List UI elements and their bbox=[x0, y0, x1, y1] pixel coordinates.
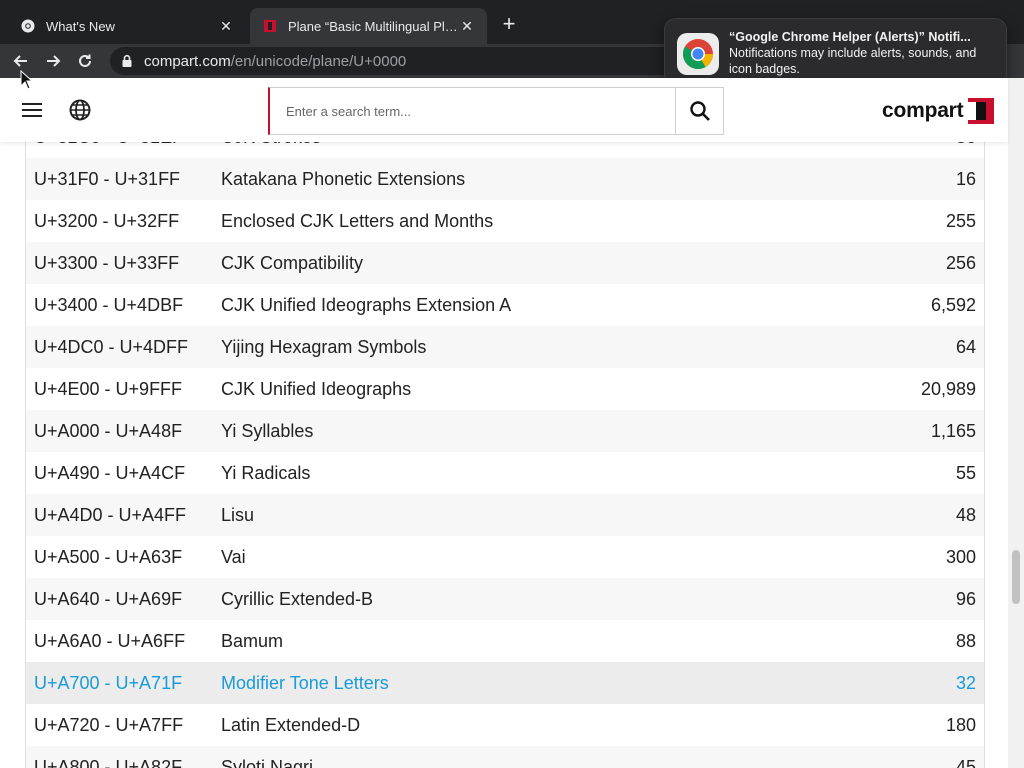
page-scrollbar-thumb[interactable] bbox=[1012, 550, 1020, 604]
block-name: Yijing Hexagram Symbols bbox=[221, 336, 427, 357]
block-name: Vai bbox=[221, 546, 246, 567]
tab-whats-new[interactable]: What's New ✕ bbox=[8, 8, 246, 44]
reload-button[interactable] bbox=[72, 48, 98, 74]
block-count: 48 bbox=[955, 504, 976, 525]
table-row[interactable]: U+3300 - U+33FF CJK Compatibility 256 bbox=[26, 242, 984, 284]
tab-title: Plane “Basic Multilingual Plane” bbox=[288, 18, 459, 34]
block-count: 88 bbox=[955, 630, 976, 651]
block-count: 45 bbox=[955, 756, 976, 768]
table-row[interactable]: U+3200 - U+32FF Enclosed CJK Letters and… bbox=[26, 200, 984, 242]
block-range: U+A500 - U+A63F bbox=[34, 546, 183, 567]
compart-logo-mark-icon bbox=[968, 98, 995, 124]
chrome-icon bbox=[677, 33, 719, 75]
block-range: U+A6A0 - U+A6FF bbox=[34, 630, 186, 651]
block-name-link[interactable]: Modifier Tone Letters bbox=[221, 673, 389, 694]
close-icon[interactable]: ✕ bbox=[459, 18, 475, 34]
block-name: Katakana Phonetic Extensions bbox=[221, 168, 466, 189]
block-range: U+A800 - U+A82F bbox=[34, 756, 183, 768]
block-range: U+A720 - U+A7FF bbox=[34, 714, 184, 735]
tab-title: What's New bbox=[46, 18, 115, 34]
table-row[interactable]: U+A720 - U+A7FF Latin Extended-D 180 bbox=[26, 704, 984, 746]
table-row[interactable]: U+31F0 - U+31FF Katakana Phonetic Extens… bbox=[26, 158, 984, 200]
block-name: CJK Unified Ideographs bbox=[221, 378, 412, 399]
table-row[interactable]: U+A640 - U+A69F Cyrillic Extended-B 96 bbox=[26, 578, 984, 620]
menu-icon bbox=[22, 103, 42, 117]
forward-button[interactable] bbox=[40, 48, 66, 74]
arrow-right-icon bbox=[47, 55, 61, 67]
new-tab-button[interactable]: + bbox=[498, 13, 520, 36]
block-name: Cyrillic Extended-B bbox=[221, 588, 374, 609]
search-input[interactable] bbox=[286, 103, 675, 119]
block-name: Lisu bbox=[221, 504, 255, 525]
block-name: CJK Unified Ideographs Extension A bbox=[221, 294, 512, 315]
table-row[interactable]: U+A4D0 - U+A4FF Lisu 48 bbox=[26, 494, 984, 536]
unicode-blocks-table: U+31C0 - U+31EF CJK Strokes 36 U+31F0 - … bbox=[25, 116, 985, 768]
block-count-link[interactable]: 32 bbox=[956, 673, 976, 694]
arrow-left-icon bbox=[13, 55, 27, 67]
block-range: U+A000 - U+A48F bbox=[34, 420, 183, 441]
lock-icon bbox=[122, 54, 132, 67]
block-name: Yi Radicals bbox=[221, 462, 311, 483]
notification-text: “Google Chrome Helper (Alerts)” Notifi..… bbox=[729, 29, 994, 77]
block-count: 180 bbox=[945, 714, 976, 735]
block-name: Enclosed CJK Letters and Months bbox=[221, 210, 494, 231]
search-button[interactable] bbox=[675, 87, 724, 135]
url-path: /en/unicode/plane/U+0000 bbox=[230, 52, 407, 70]
block-range: U+A640 - U+A69F bbox=[34, 588, 183, 609]
compart-logo[interactable]: compart bbox=[882, 95, 996, 127]
block-range: U+A4D0 - U+A4FF bbox=[34, 504, 187, 525]
block-count: 55 bbox=[955, 462, 976, 483]
block-count: 20,989 bbox=[920, 378, 976, 399]
compart-favicon-icon bbox=[262, 18, 278, 34]
block-range-link[interactable]: U+A700 - U+A71F bbox=[34, 673, 182, 694]
hamburger-menu-button[interactable] bbox=[20, 98, 44, 122]
block-count: 6,592 bbox=[930, 294, 976, 315]
notification-body: Notifications may include alerts, sounds… bbox=[729, 46, 977, 76]
table-row[interactable]: U+3400 - U+4DBF CJK Unified Ideographs E… bbox=[26, 284, 984, 326]
logo-text: compart bbox=[882, 99, 964, 122]
block-range: U+4E00 - U+9FFF bbox=[34, 378, 183, 399]
block-name: Yi Syllables bbox=[221, 420, 314, 441]
block-name: Bamum bbox=[221, 630, 284, 651]
chrome-icon bbox=[20, 18, 36, 34]
notification-title: “Google Chrome Helper (Alerts)” Notifi..… bbox=[729, 30, 971, 44]
block-range: U+3300 - U+33FF bbox=[34, 252, 180, 273]
page-scrollbar-track[interactable] bbox=[1008, 78, 1024, 768]
table-row[interactable]: U+A000 - U+A48F Yi Syllables 1,165 bbox=[26, 410, 984, 452]
block-count: 255 bbox=[945, 210, 976, 231]
close-icon[interactable]: ✕ bbox=[218, 18, 234, 34]
table-row-highlighted[interactable]: U+A700 - U+A71F Modifier Tone Letters 32 bbox=[26, 662, 984, 704]
block-range: U+3200 - U+32FF bbox=[34, 210, 180, 231]
block-count: 64 bbox=[955, 336, 976, 357]
table-row[interactable]: U+A500 - U+A63F Vai 300 bbox=[26, 536, 984, 578]
block-range: U+4DC0 - U+4DFF bbox=[34, 336, 189, 357]
mouse-cursor-icon bbox=[20, 70, 34, 90]
site-header: compart bbox=[0, 78, 1008, 142]
block-range: U+3400 - U+4DBF bbox=[34, 294, 184, 315]
block-range: U+31F0 - U+31FF bbox=[34, 168, 181, 189]
block-range: U+A490 - U+A4CF bbox=[34, 462, 186, 483]
block-name: Latin Extended-D bbox=[221, 714, 361, 735]
search-box bbox=[268, 87, 676, 135]
block-count: 300 bbox=[945, 546, 976, 567]
table-row[interactable]: U+A490 - U+A4CF Yi Radicals 55 bbox=[26, 452, 984, 494]
block-count: 16 bbox=[955, 168, 976, 189]
block-count: 96 bbox=[955, 588, 976, 609]
table-row[interactable]: U+A6A0 - U+A6FF Bamum 88 bbox=[26, 620, 984, 662]
notification-banner[interactable]: “Google Chrome Helper (Alerts)” Notifi..… bbox=[664, 18, 1007, 86]
block-name: Syloti Nagri bbox=[221, 756, 314, 768]
block-count: 256 bbox=[945, 252, 976, 273]
table-row[interactable]: U+4E00 - U+9FFF CJK Unified Ideographs 2… bbox=[26, 368, 984, 410]
table-row[interactable]: U+4DC0 - U+4DFF Yijing Hexagram Symbols … bbox=[26, 326, 984, 368]
table-row[interactable]: U+A800 - U+A82F Syloti Nagri 45 bbox=[26, 746, 984, 768]
search-icon bbox=[689, 101, 710, 121]
block-name: CJK Compatibility bbox=[221, 252, 364, 273]
tab-basic-multilingual-plane[interactable]: Plane “Basic Multilingual Plane” ✕ bbox=[250, 8, 487, 44]
globe-icon bbox=[69, 99, 91, 121]
language-button[interactable] bbox=[68, 98, 92, 122]
reload-icon bbox=[79, 54, 91, 67]
url-host: compart.com bbox=[144, 52, 231, 70]
block-count: 1,165 bbox=[930, 420, 976, 441]
